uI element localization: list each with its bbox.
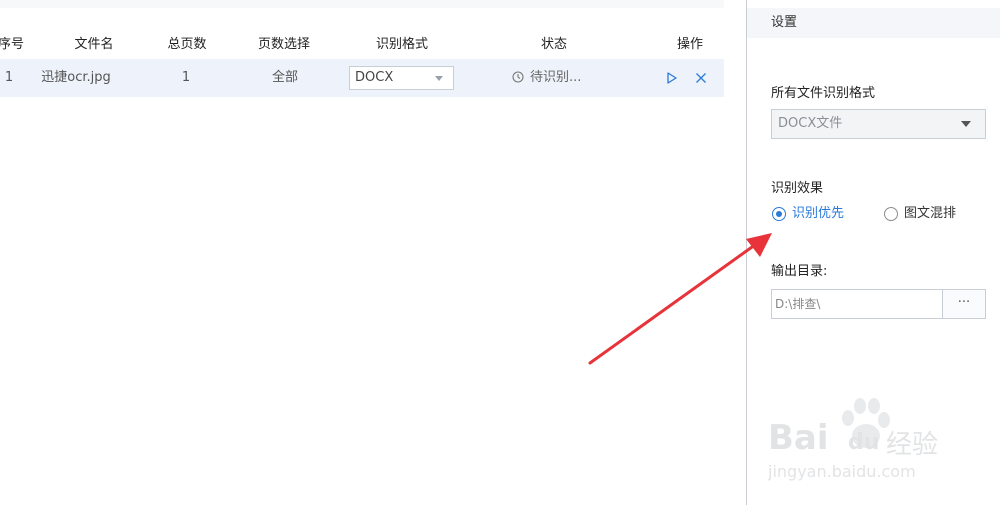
annotation-arrow [588,233,772,365]
baidu-watermark: Bai du 经验 jingyan.baidu.com [768,396,948,486]
row-page-select[interactable]: 全部 [260,59,310,97]
output-dir-input[interactable]: D:\排查\ [771,289,943,319]
toolbar-strip [0,0,724,8]
browse-button[interactable]: ··· [942,289,986,319]
col-header-format: 识别格式 [375,37,428,52]
row-index: 1 [4,70,14,85]
col-header-total-pages: 总页数 [167,37,207,52]
radio-unchecked-icon [884,207,898,221]
effect-option-label: 识别优先 [792,206,845,221]
table-row[interactable]: 1 迅捷ocr.jpg 1 全部 DOCX 待识别... [0,59,724,97]
col-header-index: 序号 [0,37,24,52]
row-format-value: DOCX [355,70,394,85]
col-header-file-name: 文件名 [74,37,114,52]
watermark-url: jingyan.baidu.com [768,462,916,481]
row-status-text: 待识别... [530,70,582,85]
play-icon[interactable] [666,72,678,84]
effect-option-label: 图文混排 [904,206,957,221]
all-format-dropdown[interactable]: DOCX文件 [771,109,986,139]
row-format-select[interactable]: DOCX [349,66,454,90]
col-header-status: 状态 [540,37,567,52]
row-file-name: 迅捷ocr.jpg [41,70,111,85]
col-header-page-select: 页数选择 [257,37,310,52]
row-total-pages: 1 [181,70,191,85]
all-format-label: 所有文件识别格式 [771,86,876,101]
all-format-value: DOCX文件 [778,116,843,131]
watermark-brand-cn: 经验 [886,430,939,460]
table-header: 序号 文件名 总页数 页数选择 识别格式 状态 操作 [0,30,724,60]
chevron-down-icon [435,76,443,81]
close-icon[interactable] [695,72,707,84]
radio-checked-icon [772,207,786,221]
watermark-brand-suffix: du [848,430,880,455]
effect-label: 识别效果 [771,181,824,196]
settings-title: 设置 [747,8,1000,38]
output-dir-value: D:\排查\ [775,297,821,311]
col-header-actions: 操作 [676,37,703,52]
row-status: 待识别... [512,59,581,97]
clock-icon [512,71,524,83]
effect-radio-mixed-layout[interactable]: 图文混排 [884,205,974,223]
chevron-down-icon [961,121,971,127]
effect-radio-recognition-first[interactable]: 识别优先 [772,205,862,223]
watermark-brand: Bai [768,418,829,458]
